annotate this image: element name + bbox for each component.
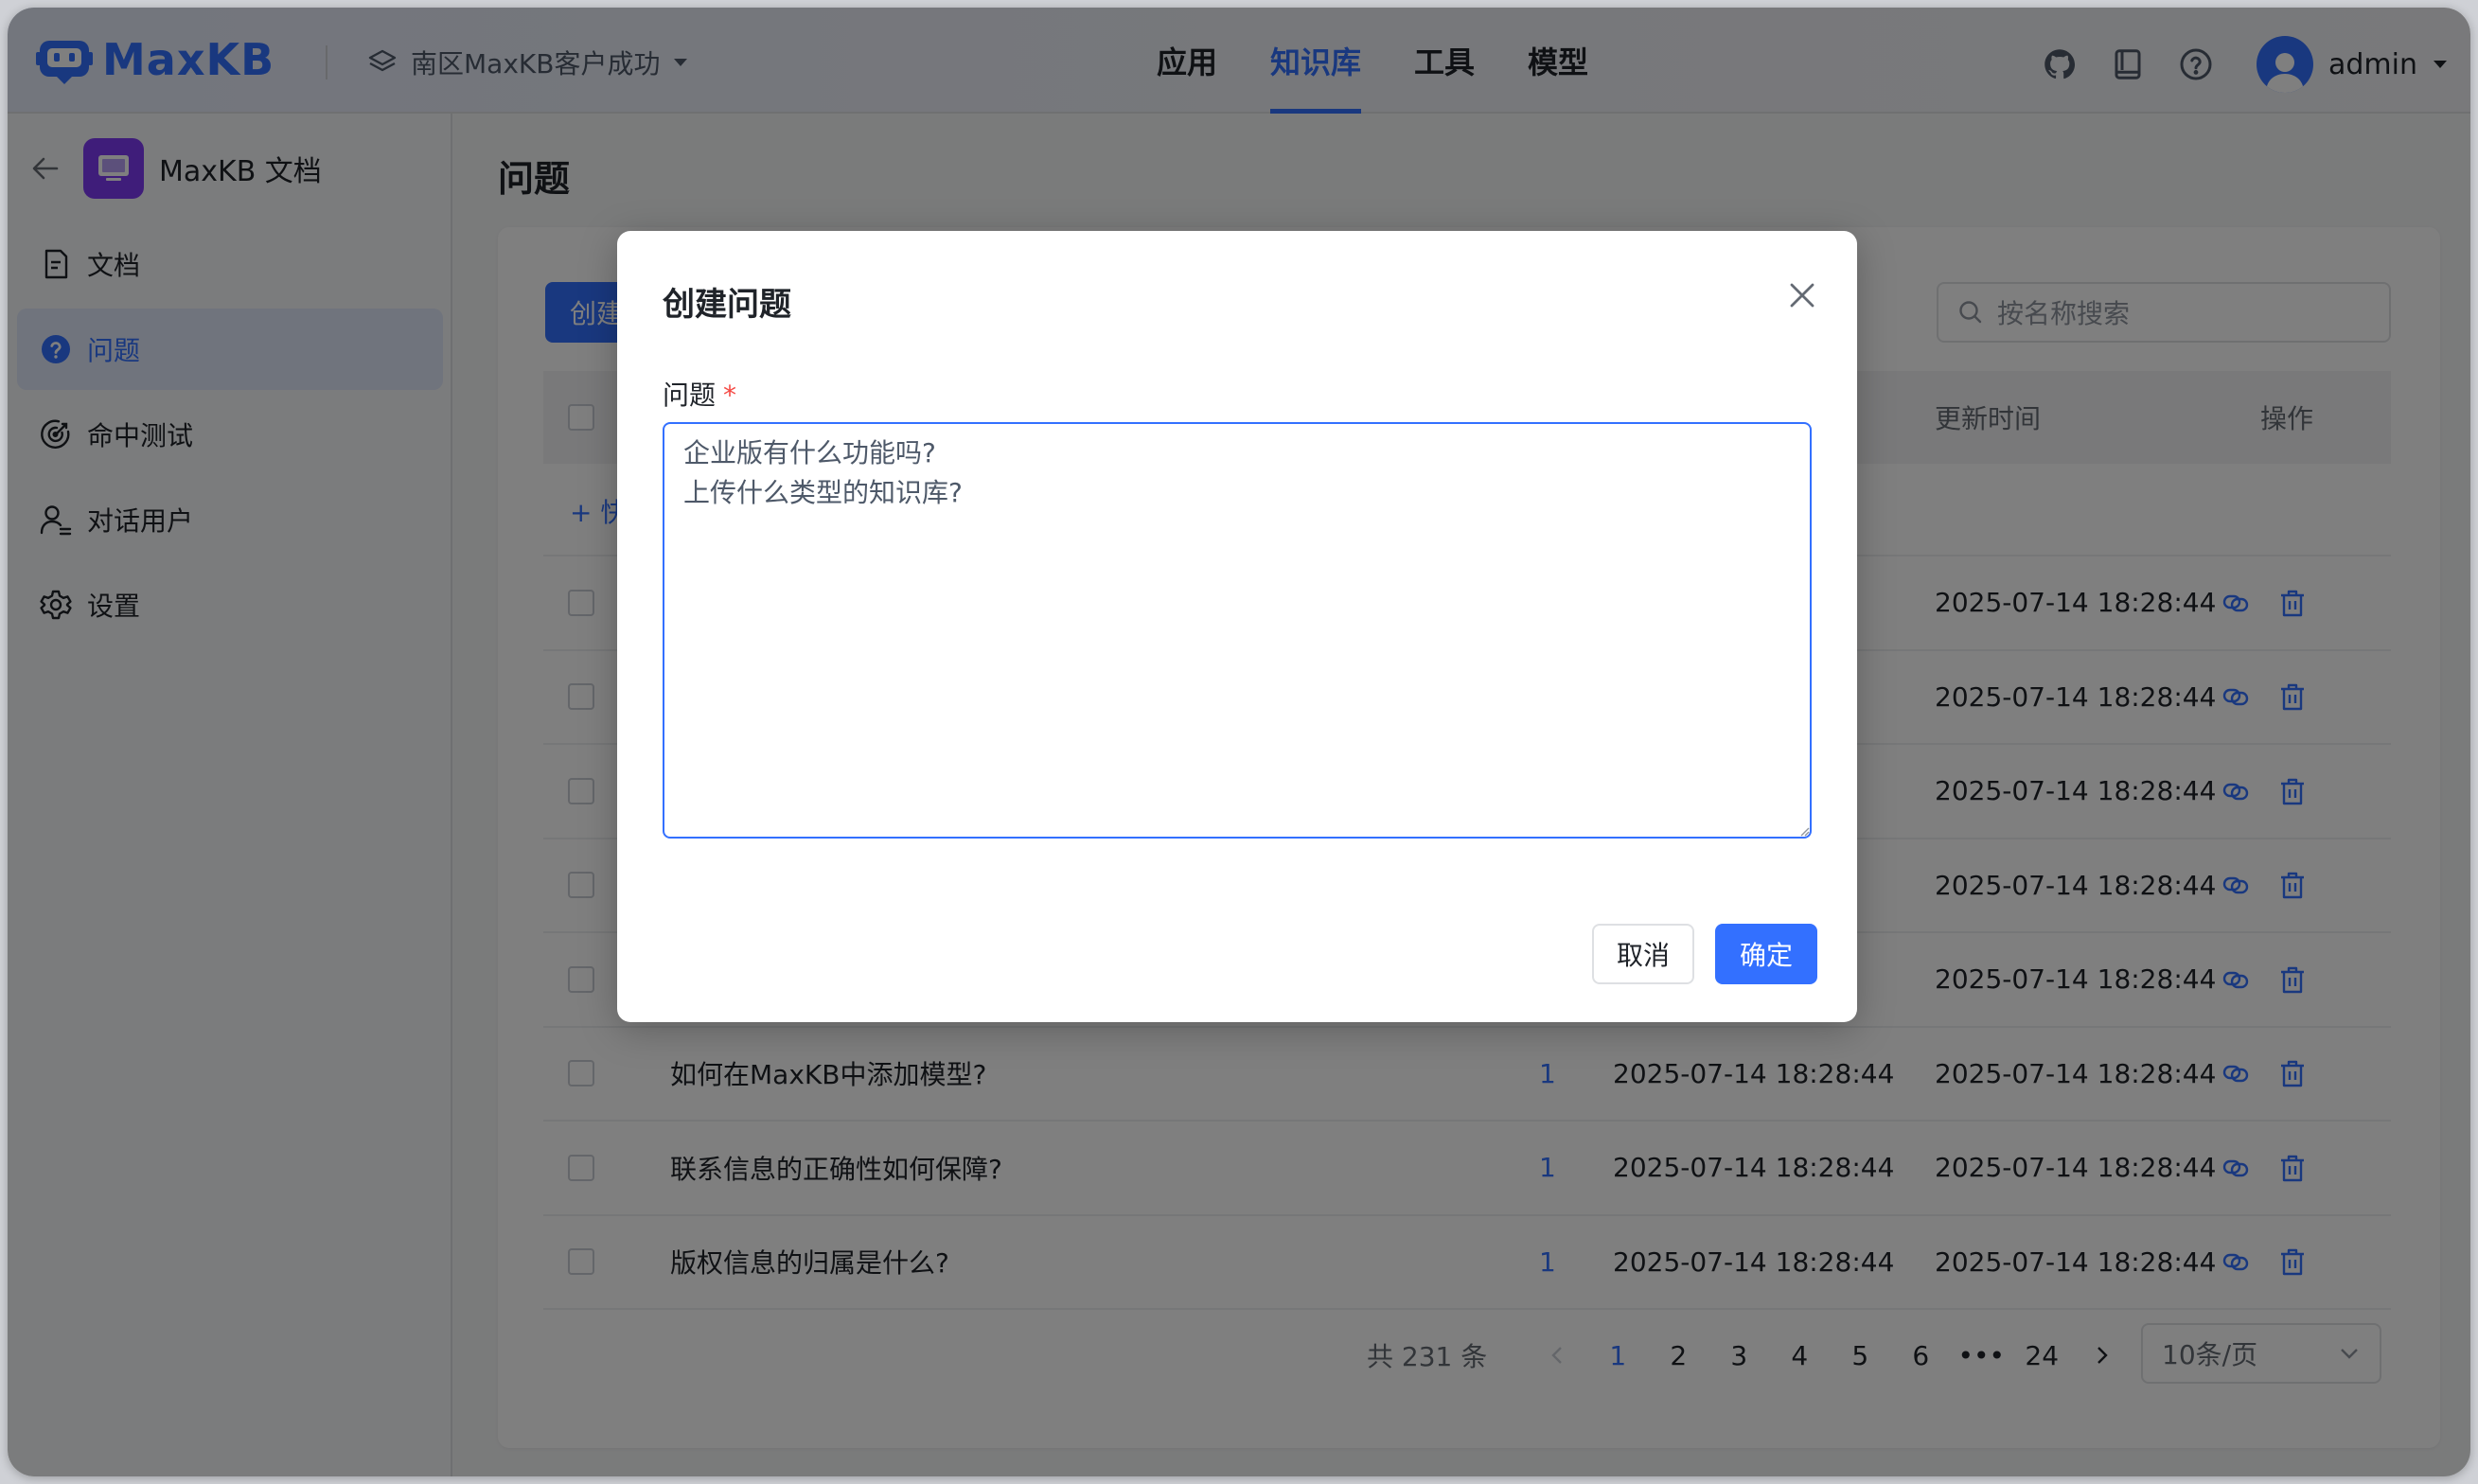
app-window: MaxKB 南区MaxKB客户成功 应用 知识库 工具 模型 (8, 8, 2470, 1476)
required-mark: * (723, 380, 737, 411)
create-question-dialog: 创建问题 问题* 取消 确定 (617, 231, 1857, 1022)
confirm-button[interactable]: 确定 (1715, 924, 1817, 984)
dialog-title: 创建问题 (663, 286, 791, 324)
field-label-text: 问题 (663, 380, 717, 411)
question-field-label: 问题 * (663, 375, 736, 413)
question-textarea[interactable] (663, 422, 1812, 839)
cancel-button[interactable]: 取消 (1592, 924, 1694, 984)
resize-grip-icon[interactable] (1798, 825, 1810, 837)
close-icon[interactable] (1783, 276, 1821, 314)
